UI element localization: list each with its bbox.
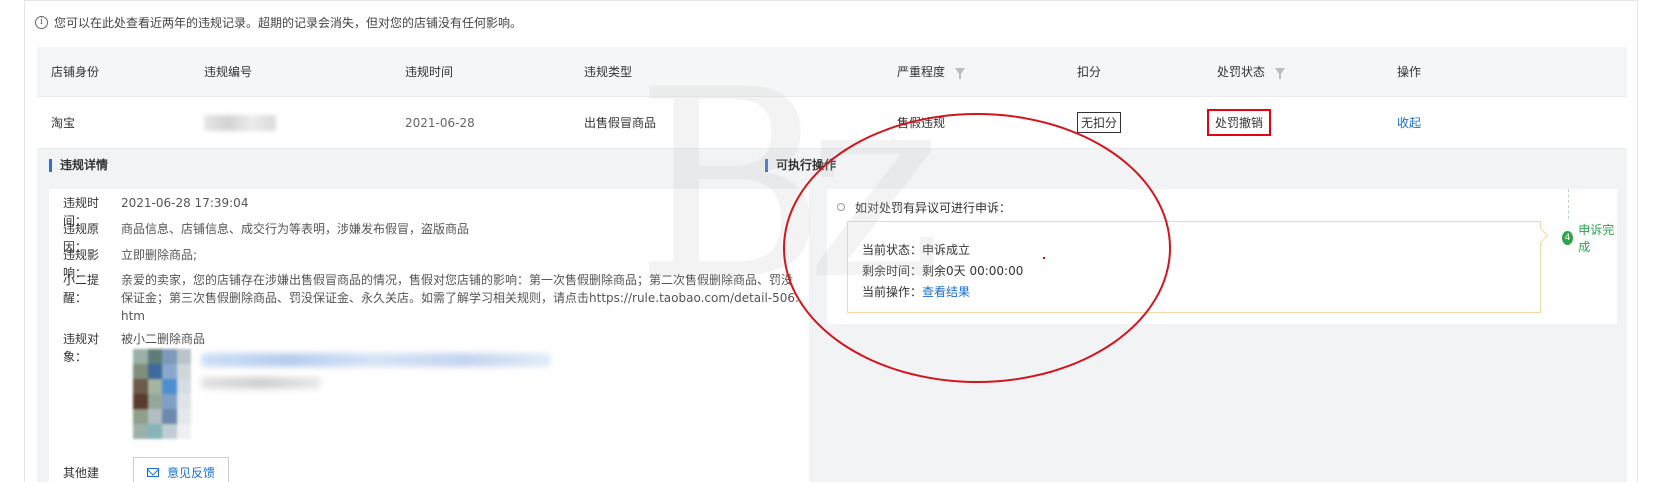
header-violation-type: 违规类型	[584, 65, 633, 79]
header-action: 操作	[1397, 65, 1422, 79]
appeal-prompt: 如对处罚有异议可进行申诉：	[855, 201, 1012, 215]
header-penalty-status-label: 处罚状态	[1217, 65, 1266, 79]
appeal-remaining-line: 剩余时间：剩余0天 00:00:00	[862, 264, 1024, 278]
header-severity-label: 严重程度	[897, 65, 946, 79]
detail-tip-label: 小二提醒：	[63, 273, 100, 305]
step-label: 申诉完成	[1578, 223, 1615, 254]
cell-points: 无扣分	[1077, 97, 1122, 148]
violation-details-title: 违规详情	[49, 159, 108, 172]
detail-area: 违规详情 可执行操作 违规时间： 2021-06-28 17:39:04 违规原…	[37, 149, 1627, 482]
detail-tip-row: 小二提醒： 亲爱的卖家，您的店铺存在涉嫌出售假冒商品的情况，售假对您店铺的影响：…	[63, 271, 803, 325]
red-annotation-dot	[1043, 257, 1045, 259]
feedback-button[interactable]: 意见反馈	[133, 457, 229, 482]
info-icon: i	[35, 15, 48, 29]
cell-violation-id	[204, 97, 276, 148]
header-penalty-status[interactable]: 处罚状态	[1217, 47, 1286, 96]
violation-details-panel: 违规时间： 2021-06-28 17:39:04 违规原因： 商品信息、店铺信…	[49, 189, 809, 482]
step-number-badge: 4	[1562, 231, 1574, 245]
header-violation-id: 违规编号	[204, 65, 253, 79]
penalty-status-highlight: 处罚撤销	[1207, 109, 1272, 136]
appeal-current-action-label: 当前操作：	[862, 285, 923, 299]
notice-text: 您可以在此处查看近两年的违规记录。超期的记录会消失，但对您的店铺没有任何影响。	[54, 15, 523, 30]
step-dot-icon	[837, 203, 845, 211]
detail-advice-row: 其他建议：	[63, 464, 121, 482]
blurred-violation-id	[204, 114, 276, 131]
available-actions-title: 可执行操作	[765, 159, 836, 172]
appeal-status-line: 当前状态：申诉成立	[862, 243, 971, 257]
detail-advice-label: 其他建议：	[63, 466, 100, 480]
cell-severity: 售假违规	[897, 116, 946, 130]
appeal-status-box: 当前状态：申诉成立 剩余时间：剩余0天 00:00:00 当前操作：查看结果	[847, 221, 1541, 313]
table-header: 店铺身份 违规编号 违规时间 违规类型 严重程度 扣分 处罚状态 操作	[37, 47, 1627, 97]
appeal-current-action-row: 当前操作：查看结果	[862, 282, 1023, 303]
header-shop-identity: 店铺身份	[51, 65, 100, 79]
header-severity[interactable]: 严重程度	[897, 47, 966, 96]
table-row: 淘宝 2021-06-28 出售假冒商品 售假违规 无扣分 处罚撤销 收起	[37, 97, 1627, 149]
product-thumbnail	[133, 349, 191, 439]
cell-shop-identity: 淘宝	[51, 116, 76, 130]
blurred-product-meta	[201, 377, 321, 389]
mail-icon	[146, 467, 159, 477]
view-result-link[interactable]: 查看结果	[922, 285, 970, 299]
cell-action[interactable]: 收起	[1397, 97, 1421, 148]
violation-records-panel: i 您可以在此处查看近两年的违规记录。超期的记录会消失，但对您的店铺没有任何影响…	[24, 0, 1638, 482]
appeal-complete-step: 4 申诉完成	[1562, 221, 1617, 255]
detail-object-label: 违规对象：	[63, 332, 100, 364]
cell-penalty-status: 处罚撤销	[1207, 97, 1272, 148]
available-actions-panel: 如对处罚有异议可进行申诉： 当前状态：申诉成立 剩余时间：剩余0天 00:00:…	[827, 189, 1617, 324]
header-points: 扣分	[1077, 65, 1102, 79]
detail-tip-value: 亲爱的卖家，您的店铺存在涉嫌出售假冒商品的情况，售假对您店铺的影响：第一次售假删…	[121, 273, 799, 323]
blurred-product-title	[201, 353, 551, 367]
collapse-link[interactable]: 收起	[1397, 114, 1421, 131]
points-tag: 无扣分	[1077, 112, 1122, 133]
cell-violation-time: 2021-06-28	[405, 115, 475, 130]
filter-icon[interactable]	[955, 68, 966, 79]
cell-violation-type: 出售假冒商品	[584, 116, 657, 130]
filter-icon[interactable]	[1275, 68, 1286, 79]
step-connector	[1568, 189, 1569, 219]
header-violation-time: 违规时间	[405, 65, 454, 79]
notice-bar: i 您可以在此处查看近两年的违规记录。超期的记录会消失，但对您的店铺没有任何影响…	[35, 13, 522, 31]
feedback-button-label: 意见反馈	[166, 465, 215, 480]
appeal-status-lines: 当前状态：申诉成立 剩余时间：剩余0天 00:00:00 当前操作：查看结果	[862, 240, 1023, 303]
